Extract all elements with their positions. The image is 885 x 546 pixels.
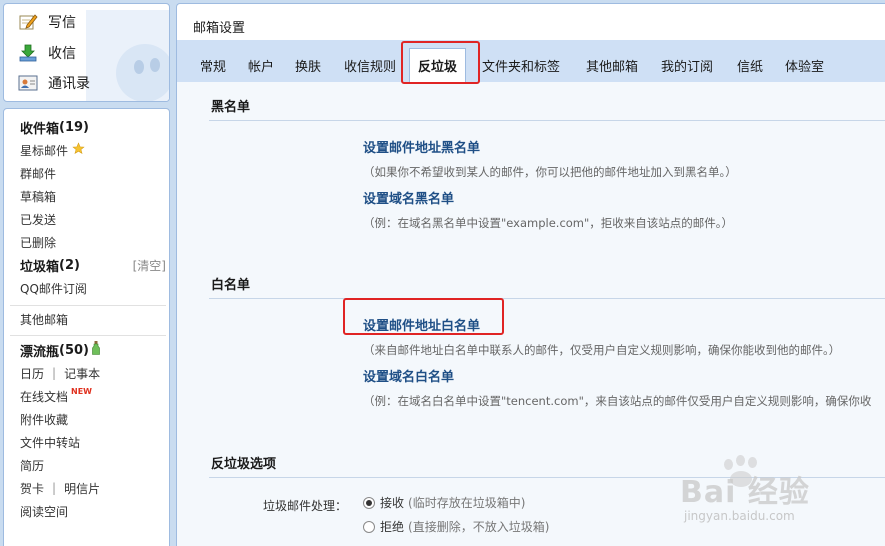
new-badge: NEW — [71, 386, 92, 396]
inbox-count: (19) — [59, 119, 89, 135]
sidebar-item-qq-subscription[interactable]: QQ邮件订阅 — [20, 278, 87, 298]
penguin-eye-decoration — [150, 58, 160, 72]
accept-label: 接收 — [380, 496, 405, 510]
sidebar-item-drift-bottle[interactable]: 漂流瓶 (50) — [20, 340, 100, 360]
spam-accept-option[interactable]: 接收 (临时存放在垃圾箱中) — [363, 494, 525, 511]
file-transfer-label: 文件中转站 — [20, 435, 81, 450]
pencil-icon — [18, 13, 38, 31]
penguin-face-decoration — [116, 44, 169, 101]
spam-reject-option[interactable]: 拒绝 (直接删除，不放入垃圾箱) — [363, 518, 549, 535]
compose-label: 写信 — [48, 15, 76, 31]
address-book-icon — [18, 74, 38, 92]
tab-other-mailbox[interactable]: 其他邮箱 — [586, 56, 638, 75]
spam-label: 垃圾箱 — [20, 259, 60, 275]
spam-options-section-title: 反垃圾选项 — [211, 457, 277, 472]
section-divider — [209, 477, 885, 478]
settings-panel: 邮箱设置 常规 帐户 换肤 收信规则 反垃圾 文件夹和标签 其他邮箱 我的订阅 … — [176, 3, 885, 546]
qq-subscription-label: QQ邮件订阅 — [20, 281, 87, 296]
set-domain-whitelist-link[interactable]: 设置域名白名单 — [363, 366, 454, 385]
anti-spam-content: 黑名单 设置邮件地址黑名单 （如果你不希望收到某人的邮件，你可以把他的邮件地址加… — [177, 82, 885, 546]
tab-skin[interactable]: 换肤 — [295, 56, 321, 75]
tab-folders-labels[interactable]: 文件夹和标签 — [482, 56, 560, 75]
quick-actions-panel: 写信 收信 通讯录 — [3, 3, 170, 102]
spam-clear-link[interactable]: [清空] — [133, 257, 166, 274]
drafts-label: 草稿箱 — [20, 189, 57, 204]
tab-anti-spam[interactable]: 反垃圾 — [409, 48, 467, 82]
accept-hint: (临时存放在垃圾箱中) — [408, 496, 526, 510]
domain-blacklist-hint: （例：在域名黑名单中设置"example.com"，拒收来自该站点的邮件。） — [363, 216, 734, 230]
group-mail-label: 群邮件 — [20, 166, 57, 181]
card-postcard-row: 贺卡 | 明信片 — [20, 478, 100, 498]
inbox-label: 收件箱 — [20, 121, 60, 137]
sidebar-item-starred[interactable]: 星标邮件 — [20, 140, 85, 160]
attachments-label: 附件收藏 — [20, 412, 69, 427]
sidebar-item-file-transfer[interactable]: 文件中转站 — [20, 432, 80, 452]
pipe-separator: | — [52, 481, 57, 495]
download-inbox-icon — [18, 44, 38, 62]
sidebar-item-group-mail[interactable]: 群邮件 — [20, 163, 56, 183]
whitelist-section-title: 白名单 — [211, 278, 251, 293]
resume-label: 简历 — [20, 458, 45, 473]
address-whitelist-hint: （来自邮件地址白名单中联系人的邮件，仅受用户自定义规则影响，确保你能收到他的邮件… — [363, 343, 841, 357]
tab-stationery[interactable]: 信纸 — [737, 56, 763, 75]
set-domain-blacklist-link[interactable]: 设置域名黑名单 — [363, 188, 454, 207]
sidebar-item-drafts[interactable]: 草稿箱 — [20, 186, 56, 206]
sidebar-item-notepad[interactable]: 记事本 — [64, 365, 100, 382]
sidebar-item-reading-space[interactable]: 阅读空间 — [20, 501, 68, 521]
receive-label: 收信 — [48, 46, 76, 62]
starred-label: 星标邮件 — [20, 143, 69, 158]
section-divider — [209, 120, 885, 121]
accept-radio[interactable] — [363, 496, 375, 509]
qq-penguin-stamp-decoration — [86, 10, 169, 101]
blacklist-section-title: 黑名单 — [211, 100, 251, 115]
sidebar-item-attachments[interactable]: 附件收藏 — [20, 409, 68, 429]
reject-hint: (直接删除，不放入垃圾箱) — [408, 520, 550, 534]
tab-lab[interactable]: 体验室 — [785, 56, 824, 75]
sidebar-divider — [10, 305, 166, 306]
sidebar-divider — [10, 335, 166, 336]
sent-label: 已发送 — [20, 212, 57, 227]
address-blacklist-hint: （如果你不希望收到某人的邮件，你可以把他的邮件地址加入到黑名单。） — [363, 165, 737, 179]
deleted-label: 已删除 — [20, 235, 57, 250]
page-title: 邮箱设置 — [193, 21, 246, 36]
tab-mail-rules[interactable]: 收信规则 — [344, 56, 396, 75]
folder-sidebar: 收件箱 (19) 星标邮件 群邮件 草稿箱 已发送 已删除 垃圾箱 (2) [清空]… — [3, 108, 170, 546]
sidebar-item-greeting-card[interactable]: 贺卡 — [20, 480, 44, 497]
sidebar-item-inbox[interactable]: 收件箱 (19) — [20, 117, 89, 137]
sidebar-item-deleted[interactable]: 已删除 — [20, 232, 56, 252]
sidebar-item-resume[interactable]: 简历 — [20, 455, 44, 475]
sidebar-item-calendar[interactable]: 日历 — [20, 365, 44, 382]
tab-general[interactable]: 常规 — [200, 56, 226, 75]
spam-count: (2) — [59, 257, 80, 273]
calendar-notepad-row: 日历 | 记事本 — [20, 363, 100, 383]
settings-tabbar: 常规 帐户 换肤 收信规则 反垃圾 文件夹和标签 其他邮箱 我的订阅 信纸 体验… — [177, 40, 885, 82]
contacts-button[interactable]: 通讯录 — [18, 71, 90, 95]
drift-bottle-label: 漂流瓶 — [20, 344, 60, 360]
reject-label: 拒绝 — [380, 520, 405, 534]
sidebar-item-other-mailbox[interactable]: 其他邮箱 — [20, 309, 68, 329]
sidebar-item-sent[interactable]: 已发送 — [20, 209, 56, 229]
set-address-whitelist-link[interactable]: 设置邮件地址白名单 — [363, 315, 480, 334]
drift-bottle-count: (50) — [59, 342, 89, 358]
set-address-blacklist-link[interactable]: 设置邮件地址黑名单 — [363, 137, 480, 156]
tab-my-subscriptions[interactable]: 我的订阅 — [661, 56, 713, 75]
sidebar-item-postcard[interactable]: 明信片 — [64, 480, 100, 497]
sidebar-item-online-docs[interactable]: 在线文档 NEW — [20, 386, 92, 406]
tab-account[interactable]: 帐户 — [248, 56, 274, 75]
penguin-eye-decoration — [134, 60, 144, 74]
reject-radio[interactable] — [363, 520, 375, 533]
compose-button[interactable]: 写信 — [18, 10, 76, 34]
star-icon — [72, 142, 85, 158]
bottle-icon — [92, 341, 100, 359]
contacts-label: 通讯录 — [48, 76, 90, 92]
spam-handling-label: 垃圾邮件处理： — [263, 499, 348, 513]
receive-button[interactable]: 收信 — [18, 41, 76, 65]
reading-space-label: 阅读空间 — [20, 504, 69, 519]
pipe-separator: | — [52, 366, 57, 380]
online-docs-label: 在线文档 — [20, 389, 69, 404]
section-divider — [209, 298, 885, 299]
sidebar-item-spam[interactable]: 垃圾箱 (2) [清空] — [20, 255, 166, 275]
domain-whitelist-hint: （例：在域名白名单中设置"tencent.com"，来自该站点的邮件仅受用户自定… — [363, 394, 872, 408]
other-mailbox-label: 其他邮箱 — [20, 312, 69, 327]
